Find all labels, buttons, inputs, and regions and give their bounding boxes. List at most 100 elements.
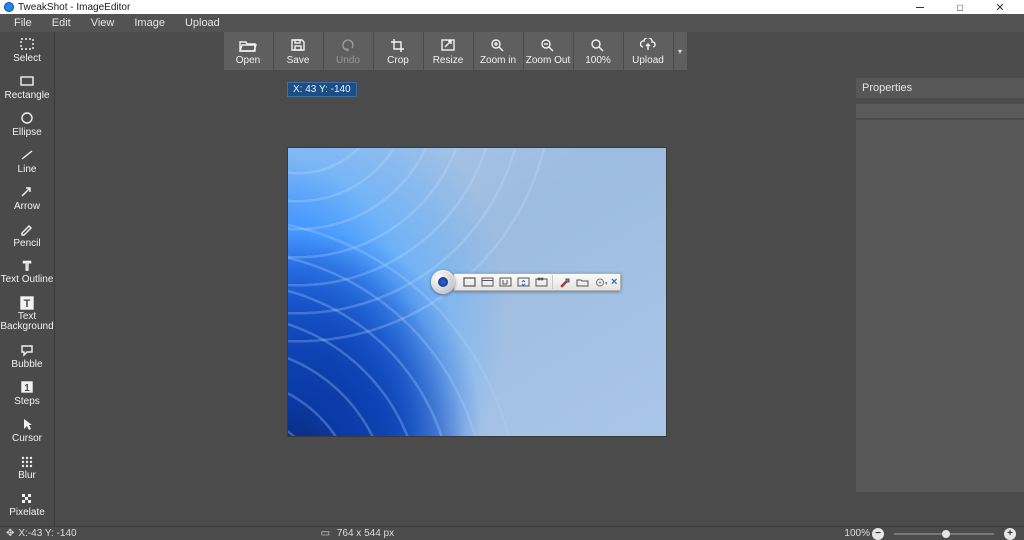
svg-text:T: T [24, 298, 31, 310]
rectangle-icon [19, 73, 35, 89]
tool-label: Steps [14, 396, 40, 407]
resize-icon [440, 37, 456, 53]
cursor-icon [19, 416, 35, 432]
move-icon: ✥ [6, 528, 14, 539]
status-coords: X:-43 Y: -140 [18, 528, 76, 539]
title-bar: TweakShot - ImageEditor ▢ ✕ [0, 0, 1024, 14]
app-icon [4, 2, 14, 12]
tool-label: Rectangle [4, 90, 49, 101]
zoom-slider[interactable] [894, 533, 994, 535]
tool-pencil[interactable]: Pencil [0, 217, 54, 254]
tool-label: Text Background [0, 312, 54, 333]
zoom-in-button[interactable]: + [1004, 528, 1016, 540]
capture-region-icon[interactable] [497, 275, 513, 289]
zoom-out-button[interactable]: − [872, 528, 884, 540]
svg-text:▾: ▾ [605, 281, 607, 287]
capture-close-icon[interactable]: × [609, 276, 617, 288]
tool-text-outline[interactable]: T Text Outline [0, 254, 54, 291]
menu-file[interactable]: File [4, 14, 42, 32]
tool-label: Pixelate [9, 507, 45, 518]
tool-steps[interactable]: 1 Steps [0, 375, 54, 412]
blur-icon [19, 453, 35, 469]
tool-label: Cursor [12, 433, 42, 444]
crop-icon [390, 37, 406, 53]
tool-label: Line [18, 164, 37, 175]
capture-separator [552, 275, 553, 289]
tool-blur[interactable]: Blur [0, 449, 54, 486]
zoom-100-icon [590, 37, 606, 53]
toolbar-open[interactable]: Open [224, 32, 274, 70]
arrow-icon [19, 184, 35, 200]
menu-view[interactable]: View [81, 14, 125, 32]
capture-color-picker-icon[interactable] [556, 275, 572, 289]
toolbar-save[interactable]: Save [274, 32, 324, 70]
window-title: TweakShot - ImageEditor [18, 2, 130, 13]
capture-toolbar[interactable]: ▾ × [431, 272, 621, 292]
zoom-out-icon [540, 37, 556, 53]
capture-window-icon[interactable] [479, 275, 495, 289]
tool-text-background[interactable]: T Text Background [0, 291, 54, 338]
image-canvas[interactable] [287, 147, 667, 437]
tool-arrow[interactable]: Arrow [0, 180, 54, 217]
text-background-icon: T [19, 295, 35, 311]
toolbar-label: Save [287, 55, 310, 66]
status-zoom: 100% [844, 528, 870, 539]
status-bar: ✥ X:-43 Y: -140 ▭ 764 x 544 px 100% − + [0, 526, 1024, 540]
tool-ellipse[interactable]: Ellipse [0, 106, 54, 143]
status-dimensions: 764 x 544 px [337, 528, 394, 539]
tool-cursor[interactable]: Cursor [0, 412, 54, 449]
window-minimize-button[interactable] [900, 0, 940, 14]
toolbar-crop[interactable]: Crop [374, 32, 424, 70]
tool-line[interactable]: Line [0, 143, 54, 180]
properties-panel: Properties [856, 32, 1024, 526]
toolbar-upload-dropdown[interactable]: ▾ [674, 32, 688, 70]
menu-image[interactable]: Image [124, 14, 175, 32]
coordinate-badge: X: 43 Y: -140 [287, 82, 357, 97]
capture-scroll-icon[interactable] [515, 275, 531, 289]
properties-row [856, 104, 1024, 118]
window-maximize-button[interactable]: ▢ [940, 0, 980, 14]
tool-bubble[interactable]: Bubble [0, 338, 54, 375]
text-outline-icon: T [19, 258, 35, 274]
toolbar-label: Crop [387, 55, 409, 66]
tool-label: Bubble [11, 359, 42, 370]
undo-icon [340, 37, 356, 53]
capture-toolbar-body: ▾ × [453, 273, 621, 291]
svg-text:T: T [23, 259, 31, 273]
toolbar-label: Undo [336, 55, 360, 66]
toolbar-undo[interactable]: Undo [324, 32, 374, 70]
ellipse-icon [19, 110, 35, 126]
select-icon [19, 36, 35, 52]
tool-label: Text Outline [1, 275, 54, 286]
capture-video-icon[interactable] [533, 275, 549, 289]
properties-title: Properties [856, 78, 1024, 98]
open-icon [239, 37, 257, 53]
toolbar-label: Zoom Out [526, 55, 570, 66]
zoom-slider-thumb[interactable] [942, 530, 950, 538]
pixelate-icon [19, 490, 35, 506]
capture-record-button[interactable] [431, 270, 455, 294]
menu-upload[interactable]: Upload [175, 14, 230, 32]
tool-rectangle[interactable]: Rectangle [0, 69, 54, 106]
toolbar-resize[interactable]: Resize [424, 32, 474, 70]
capture-settings-icon[interactable]: ▾ [592, 275, 608, 289]
capture-open-icon[interactable] [574, 275, 590, 289]
toolbar-zoom-in[interactable]: Zoom in [474, 32, 524, 70]
toolbar-label: Upload [632, 55, 664, 66]
toolbar-zoom-out[interactable]: Zoom Out [524, 32, 574, 70]
window-close-button[interactable]: ✕ [980, 0, 1020, 14]
menu-edit[interactable]: Edit [42, 14, 81, 32]
toolbar-upload[interactable]: Upload [624, 32, 674, 70]
toolbar-zoom-100[interactable]: 100% [574, 32, 624, 70]
capture-fullscreen-icon[interactable] [461, 275, 477, 289]
upload-icon [640, 37, 656, 53]
menu-bar: File Edit View Image Upload [0, 14, 1024, 32]
dimensions-icon: ▭ [321, 528, 330, 539]
tool-select[interactable]: Select [0, 32, 54, 69]
tool-pixelate[interactable]: Pixelate [0, 486, 54, 523]
tool-label: Blur [18, 470, 36, 481]
toolbar-label: Zoom in [480, 55, 516, 66]
steps-icon: 1 [19, 379, 35, 395]
tool-label: Ellipse [12, 127, 41, 138]
chevron-down-icon: ▾ [678, 47, 682, 56]
